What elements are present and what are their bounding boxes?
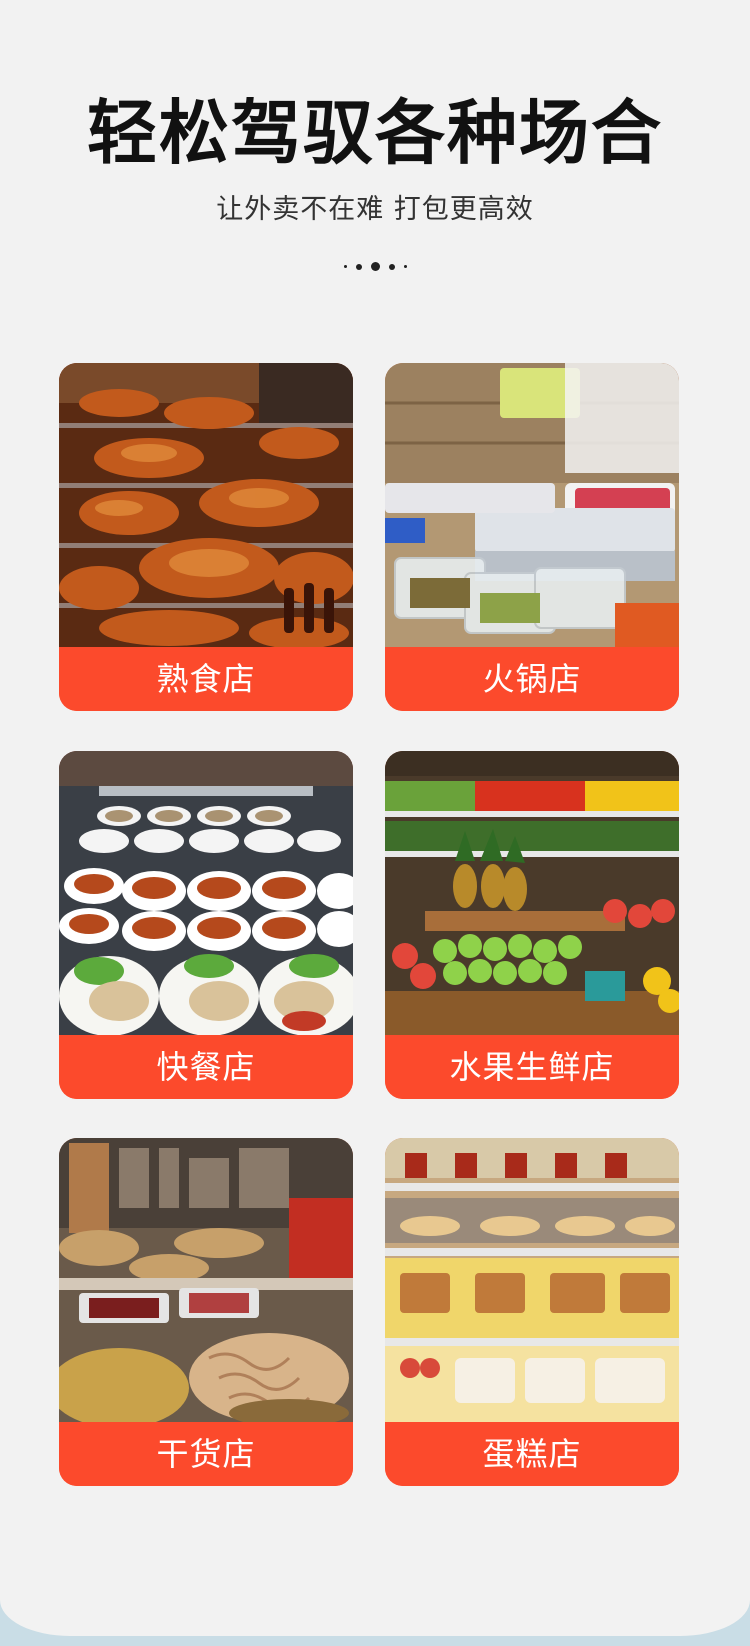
page-title: 轻松驾驭各种场合: [87, 92, 663, 174]
scene-card-fast-food[interactable]: 快餐店: [59, 751, 353, 1099]
dot-icon: [403, 265, 407, 268]
scene-card-hotpot[interactable]: 火锅店: [385, 363, 679, 711]
dot-icon: [388, 263, 395, 270]
dried-goods-shop-photo: [59, 1138, 353, 1422]
card-label: 熟食店: [59, 647, 353, 711]
card-label: 火锅店: [385, 647, 679, 711]
fresh-fruit-shop-photo: [385, 751, 679, 1035]
deli-photo: [59, 363, 353, 647]
scene-card-fresh-fruit[interactable]: 水果生鲜店: [385, 751, 679, 1099]
cake-shop-photo: [385, 1138, 679, 1422]
scene-card-cake[interactable]: 蛋糕店: [385, 1138, 679, 1486]
card-label: 蛋糕店: [385, 1422, 679, 1486]
scene-card-deli[interactable]: 熟食店: [59, 363, 353, 711]
dot-icon: [355, 263, 362, 270]
page-subtitle: 让外卖不在难 打包更高效: [216, 194, 534, 225]
hotpot-shop-photo: [385, 363, 679, 647]
fast-food-photo: [59, 751, 353, 1035]
dot-icon: [343, 265, 347, 268]
card-label: 水果生鲜店: [385, 1035, 679, 1099]
dot-icon: [370, 262, 380, 271]
decorative-dots: [0, 262, 750, 271]
card-label: 快餐店: [59, 1035, 353, 1099]
card-label: 干货店: [59, 1422, 353, 1486]
page-background: 轻松驾驭各种场合 让外卖不在难 打包更高效 熟食店 火锅店 快餐店 水果生鲜店 …: [0, 0, 750, 1636]
scene-card-dried-goods[interactable]: 干货店: [59, 1138, 353, 1486]
